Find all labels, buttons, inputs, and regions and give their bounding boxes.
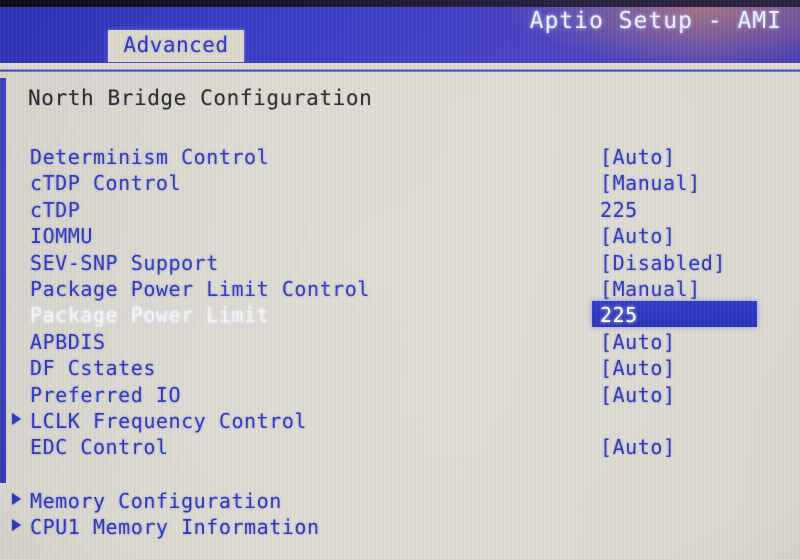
setting-row[interactable]: EDC Control [Auto] <box>0 435 800 461</box>
setting-value[interactable]: [Disabled] <box>600 251 726 275</box>
screen-top-edge <box>0 0 800 7</box>
setting-label: CPU1 Memory Information <box>30 515 320 539</box>
setting-value[interactable]: [Auto] <box>600 145 676 169</box>
setting-value[interactable]: [Auto] <box>600 330 676 354</box>
setting-value[interactable]: 225 <box>600 198 638 222</box>
setting-label: Package Power Limit Control <box>30 277 370 301</box>
setting-label: IOMMU <box>30 224 93 248</box>
setting-row[interactable]: cTDP 225 <box>0 198 800 224</box>
triangle-right-icon <box>12 413 21 425</box>
setting-row[interactable]: Preferred IO [Auto] <box>0 383 800 409</box>
setting-label: APBDIS <box>30 330 106 354</box>
setting-row[interactable]: Memory Configuration <box>0 489 800 515</box>
setting-value[interactable]: [Auto] <box>600 383 676 407</box>
setting-label: Memory Configuration <box>30 489 282 513</box>
setting-value[interactable]: [Auto] <box>600 435 676 459</box>
setting-label: LCLK Frequency Control <box>30 409 308 433</box>
setting-label: Package Power Limit <box>30 303 270 327</box>
setting-row[interactable]: Package Power Limit 225 <box>0 301 800 329</box>
setting-row[interactable]: cTDP Control [Manual] <box>0 171 800 197</box>
setting-label: Preferred IO <box>30 383 182 407</box>
setting-value[interactable]: 225 <box>600 303 638 327</box>
setting-row[interactable]: CPU1 Memory Information <box>0 515 800 541</box>
setting-value[interactable]: [Manual] <box>600 277 701 301</box>
setting-label: SEV-SNP Support <box>30 251 219 275</box>
setting-row[interactable]: SEV-SNP Support [Disabled] <box>0 251 800 277</box>
setting-row[interactable]: DF Cstates [Auto] <box>0 356 800 382</box>
setting-label: EDC Control <box>30 435 169 459</box>
setting-value[interactable]: [Auto] <box>600 224 676 248</box>
setting-row[interactable]: Determinism Control [Auto] <box>0 145 800 171</box>
setting-label: Determinism Control <box>30 145 270 169</box>
setting-row[interactable]: LCLK Frequency Control <box>0 409 800 435</box>
setting-label: cTDP <box>30 198 81 222</box>
setting-label: DF Cstates <box>30 356 156 380</box>
triangle-right-icon <box>12 519 21 531</box>
setting-row[interactable]: Package Power Limit Control [Manual] <box>0 277 800 303</box>
tab-advanced-label: Advanced <box>123 33 229 57</box>
setting-label: cTDP Control <box>30 171 182 195</box>
setting-row[interactable]: APBDIS [Auto] <box>0 330 800 356</box>
bios-setup-screen: Aptio Setup - AMI Advanced North Bridge … <box>0 0 800 559</box>
tab-advanced[interactable]: Advanced <box>108 30 244 62</box>
setting-value[interactable]: [Auto] <box>600 356 676 380</box>
setting-row[interactable]: IOMMU [Auto] <box>0 224 800 250</box>
setting-value[interactable]: [Manual] <box>600 171 701 195</box>
triangle-right-icon <box>12 493 21 505</box>
page-title-aptio: Aptio Setup - AMI <box>529 8 782 34</box>
header-divider <box>0 69 800 72</box>
section-title: North Bridge Configuration <box>28 86 373 110</box>
